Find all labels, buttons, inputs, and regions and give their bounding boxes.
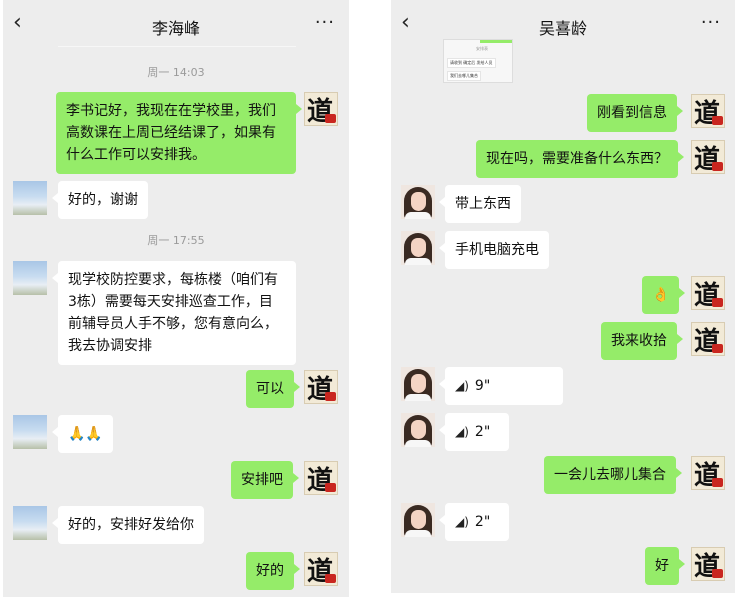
- avatar[interactable]: 道: [304, 552, 338, 586]
- avatar[interactable]: [13, 181, 47, 215]
- chat-title: 李海峰: [151, 19, 200, 38]
- thumbnail-line: 请收到 确定后 发给人员: [447, 58, 496, 68]
- avatar[interactable]: 道: [691, 547, 725, 581]
- message-bubble-sent[interactable]: 可以: [246, 370, 300, 408]
- message-bubble-sent[interactable]: 刚看到信息: [587, 94, 683, 132]
- message-bubble-sent[interactable]: 好的: [246, 552, 300, 590]
- avatar[interactable]: [401, 185, 435, 219]
- avatar[interactable]: 道: [691, 140, 725, 174]
- more-dots-icon[interactable]: ···: [701, 12, 721, 33]
- avatar[interactable]: [13, 261, 47, 295]
- chat-header: ‹ 李海峰 ···: [3, 0, 349, 48]
- avatar[interactable]: 道: [691, 322, 725, 356]
- voice-duration: 2": [474, 424, 491, 440]
- voice-duration: 2": [474, 514, 491, 530]
- timestamp: 周一 17:55: [147, 234, 205, 247]
- message-bubble-sent[interactable]: 现在吗，需要准备什么东西？: [476, 140, 684, 178]
- thumbnail-header: 安排表: [476, 46, 488, 51]
- voice-message[interactable]: ◢) 9": [439, 367, 563, 405]
- voice-duration: 9": [474, 378, 491, 394]
- chat-title: 吴喜龄: [538, 19, 587, 38]
- message-bubble-sent[interactable]: 一会儿去哪儿集合: [544, 456, 682, 494]
- message-bubble-sent[interactable]: 好: [645, 547, 685, 585]
- more-dots-icon[interactable]: ···: [315, 12, 335, 33]
- voice-message[interactable]: ◢) 2": [439, 503, 509, 541]
- voice-wave-icon: ◢): [455, 515, 469, 529]
- avatar[interactable]: 道: [304, 92, 338, 126]
- message-bubble-received[interactable]: 好的，谢谢: [52, 181, 148, 219]
- message-bubble-received[interactable]: 带上东西: [439, 185, 521, 223]
- avatar[interactable]: 道: [691, 456, 725, 490]
- avatar[interactable]: [401, 367, 435, 401]
- avatar[interactable]: [13, 506, 47, 540]
- divider: [58, 46, 296, 47]
- message-bubble-received[interactable]: 现学校防控要求，每栋楼（咱们有3栋）需要每天安排巡查工作，目前辅导员人手不够，您…: [52, 261, 296, 365]
- avatar[interactable]: 道: [691, 94, 725, 128]
- avatar[interactable]: 道: [304, 370, 338, 404]
- avatar[interactable]: 道: [691, 276, 725, 310]
- avatar[interactable]: [401, 231, 435, 265]
- thumbnail-line: 我们去哪儿集合: [447, 71, 481, 81]
- message-bubble-received[interactable]: 手机电脑充电: [439, 231, 549, 269]
- avatar[interactable]: [401, 413, 435, 447]
- message-bubble-sent[interactable]: 李书记好，我现在在学校里，我们高数课在上周已经结课了，如果有什么工作可以安排我。: [56, 92, 302, 174]
- thumbnail-accent: [480, 40, 512, 43]
- chat-panel-left: ‹ 李海峰 ··· 周一 14:03 李书记好，我现在在学校里，我们高数课在上周…: [3, 0, 349, 597]
- voice-wave-icon: ◢): [455, 379, 469, 393]
- message-bubble-received[interactable]: 🙏🙏: [52, 415, 113, 453]
- avatar[interactable]: [401, 503, 435, 537]
- avatar[interactable]: [13, 415, 47, 449]
- voice-wave-icon: ◢): [455, 425, 469, 439]
- avatar[interactable]: 道: [304, 461, 338, 495]
- message-bubble-sent[interactable]: 我来收拾: [601, 322, 683, 360]
- voice-message[interactable]: ◢) 2": [439, 413, 509, 451]
- chat-panel-right: ‹ 吴喜龄 ··· 安排表 请收到 确定后 发给人员 我们去哪儿集合 刚看到信息…: [391, 0, 735, 593]
- image-message-thumbnail[interactable]: 安排表 请收到 确定后 发给人员 我们去哪儿集合: [443, 39, 513, 83]
- timestamp: 周一 14:03: [147, 66, 205, 79]
- message-bubble-received[interactable]: 好的，安排好发给你: [52, 506, 204, 544]
- message-bubble-sent[interactable]: 安排吧: [231, 461, 299, 499]
- message-bubble-sent[interactable]: 👌: [642, 276, 686, 314]
